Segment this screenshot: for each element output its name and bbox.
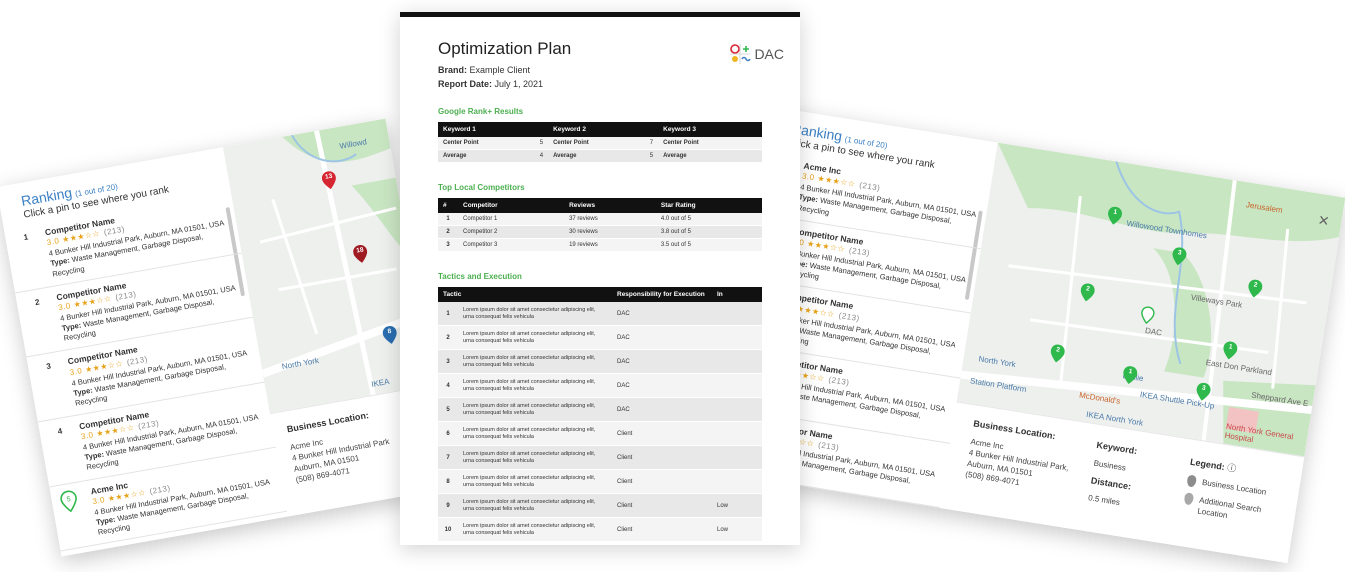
competitors-table: # Competitor Reviews Star Rating 1 Compet… (438, 198, 762, 252)
map-pin-icon[interactable]: 3 (1171, 246, 1188, 266)
right-ranking-card: Ranking(1 out of 20) Click a pin to see … (714, 106, 1345, 564)
rank-number: 6 (80, 556, 86, 557)
map-roads (960, 142, 1345, 457)
rank-number: 2 (34, 297, 41, 307)
section-heading: Tactics and Execution (438, 272, 522, 281)
business-location-pin-icon[interactable] (1139, 305, 1156, 325)
table-row: 2 Lorem ipsum dolor sit amet consectetur … (438, 325, 762, 350)
table-row: 5 Lorem ipsum dolor sit amet consectetur … (438, 397, 762, 422)
info-icon[interactable]: ⓘ (1226, 463, 1236, 474)
section-heading: Google Rank+ Results (438, 107, 524, 116)
table-row: 7 Lorem ipsum dolor sit amet consectetur … (438, 445, 762, 470)
table-row: 1 Lorem ipsum dolor sit amet consectetur … (438, 302, 762, 326)
table-row: Average 4 Average 5 Average (438, 149, 762, 163)
table-row: 10 Lorem ipsum dolor sit amet consectetur… (438, 517, 762, 542)
table-row: 2 Competitor 2 30 reviews 3.8 out of 5 (438, 225, 762, 239)
document-meta: Brand: Example Client Report Date: July … (438, 65, 544, 89)
map-pin-icon[interactable]: 2 (1247, 279, 1264, 299)
table-row: 4 Lorem ipsum dolor sit amet consectetur … (438, 373, 762, 398)
table-row: 8 Lorem ipsum dolor sit amet consectetur … (438, 469, 762, 494)
keyword-table: Keyword 1 Keyword 2 Keyword 3 Center Poi… (438, 122, 762, 163)
logo-mark-icon (730, 44, 752, 64)
section-heading: Top Local Competitors (438, 183, 525, 192)
table-row: 3 Competitor 3 19 reviews 3.5 out of 5 (438, 238, 762, 252)
map-view[interactable]: Willowood Townhomes Jerusalem Villeways … (956, 142, 1345, 457)
table-row: 1 Competitor 1 37 reviews 4.0 out of 5 (438, 213, 762, 226)
map-pin-icon[interactable]: 18 (352, 244, 369, 264)
map-pin-icon[interactable]: 2 (1079, 282, 1096, 302)
map-pin-icon[interactable]: 2 (1049, 344, 1066, 364)
rank-number: 4 (57, 426, 63, 437)
rank-number: 3 (45, 361, 52, 372)
map-pin-icon[interactable]: 8 (382, 325, 399, 345)
optimization-plan-document: DAC Optimization Plan Brand: Example Cli… (400, 12, 800, 545)
rank-number: 1 (22, 232, 29, 243)
map-pin-icon[interactable]: 1 (1222, 340, 1239, 360)
logo-text: DAC (754, 46, 784, 62)
document-title: Optimization Plan (438, 39, 572, 58)
dac-logo: DAC (729, 43, 784, 65)
table-row: Center Point 5 Center Point 7 Center Point (438, 137, 762, 150)
table-row: 9 Lorem ipsum dolor sit amet consectetur … (438, 493, 762, 518)
map-pin-icon[interactable]: 3 (1195, 382, 1212, 402)
table-row: 3 Lorem ipsum dolor sit amet consectetur … (438, 349, 762, 374)
map-pin-icon[interactable]: 13 (321, 170, 338, 190)
map-pin-icon: 5 (60, 490, 77, 512)
map-pin-icon[interactable]: 1 (1122, 365, 1139, 385)
left-ranking-card: Ranking(1 out of 20) Click a pin to see … (0, 118, 451, 557)
pin-icon (1183, 491, 1195, 506)
tactics-table: Tactic Responsibility for Execution In 1… (438, 287, 762, 542)
map-pin-icon[interactable]: 1 (1106, 206, 1123, 226)
pin-icon (1186, 474, 1198, 488)
table-row: 6 Lorem ipsum dolor sit amet consectetur … (438, 421, 762, 446)
